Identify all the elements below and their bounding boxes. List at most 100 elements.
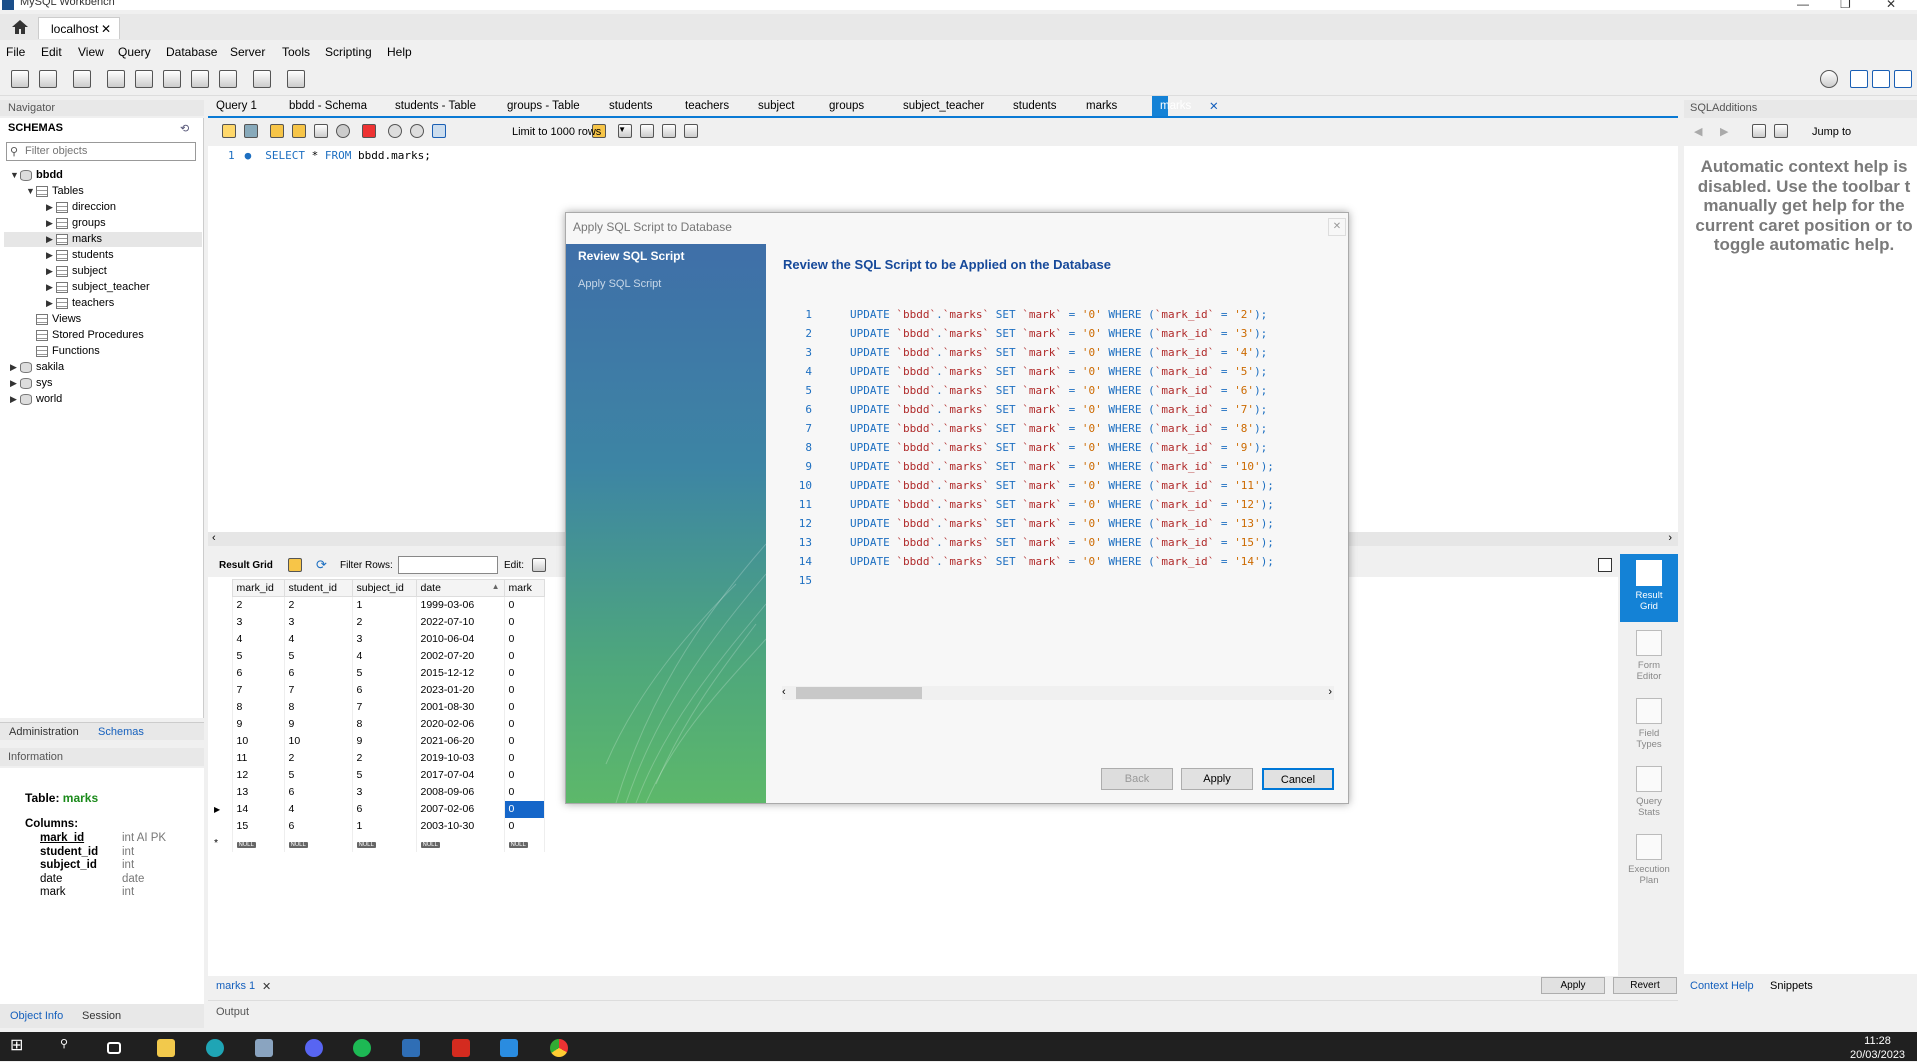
table-cell[interactable]: 2023-01-20 <box>416 681 505 699</box>
table-cell[interactable]: 0 <box>504 698 545 716</box>
tree-stored-procedures[interactable]: Stored Procedures <box>36 329 144 341</box>
table-cell[interactable]: 7 <box>284 681 353 699</box>
back-arrow-icon[interactable]: ◀ <box>1694 125 1702 138</box>
table-cell[interactable]: 3 <box>352 783 417 801</box>
table-row[interactable]: 10 10 9 2021-06-20 0 <box>210 732 545 750</box>
table-cell[interactable]: 0 <box>504 800 545 818</box>
toggle-secondary-sidebar-icon[interactable] <box>1894 70 1912 88</box>
stop-icon[interactable] <box>336 124 350 138</box>
table-cell[interactable]: 2007-02-06 <box>416 800 505 818</box>
open-sql-script-icon[interactable] <box>39 70 57 88</box>
tree-table-students[interactable]: ▶ students <box>46 249 114 261</box>
refresh-schemas-icon[interactable]: ⟲ <box>180 122 189 135</box>
tree-functions[interactable]: Functions <box>36 345 100 357</box>
menu-help[interactable]: Help <box>387 45 412 59</box>
table-cell[interactable]: 13 <box>232 783 285 801</box>
table-cell[interactable]: 2002-07-20 <box>416 647 505 665</box>
tree-table-groups[interactable]: ▶ groups <box>46 217 106 229</box>
table-cell[interactable]: 10 <box>232 732 285 750</box>
grid-apply-button[interactable]: Apply <box>1541 977 1605 994</box>
tree-table-marks[interactable]: ▶ marks <box>46 233 102 245</box>
table-row[interactable]: 5 5 4 2002-07-20 0 <box>210 647 545 665</box>
tab-students-table[interactable]: students - Table <box>395 100 476 112</box>
tree-db-bbdd[interactable]: ▼ bbdd <box>10 169 63 181</box>
table-row[interactable]: 11 2 2 2019-10-03 0 <box>210 749 545 767</box>
rollback-icon[interactable] <box>410 124 424 138</box>
table-row[interactable]: 3 3 2 2022-07-10 0 <box>210 613 545 631</box>
row-selector[interactable] <box>210 715 233 733</box>
table-cell[interactable]: 3 <box>284 613 353 631</box>
form-editor-button[interactable]: Form Editor <box>1620 630 1678 682</box>
execute-icon[interactable] <box>270 124 284 138</box>
invisible-chars-icon[interactable] <box>662 124 676 138</box>
table-cell[interactable]: 2 <box>284 749 353 767</box>
windows-start-icon[interactable]: ⊞ <box>10 1035 28 1054</box>
table-cell[interactable]: 9 <box>352 732 417 750</box>
scroll-left-icon[interactable]: ‹ <box>782 686 786 698</box>
table-cell[interactable]: 2003-10-30 <box>416 817 505 835</box>
tree-db-sys[interactable]: ▶ sys <box>10 377 53 389</box>
toggle-wrap-icon[interactable] <box>1598 558 1612 572</box>
row-selector[interactable] <box>210 613 233 631</box>
tab-groups[interactable]: groups <box>829 100 864 112</box>
table-cell[interactable]: 6 <box>284 783 353 801</box>
tree-views[interactable]: Views <box>36 313 81 325</box>
null-cell[interactable]: NULL <box>352 834 417 852</box>
autocommit-icon[interactable] <box>432 124 446 138</box>
table-cell[interactable]: 0 <box>504 596 545 614</box>
tree-table-teachers[interactable]: ▶ teachers <box>46 297 114 309</box>
new-row[interactable]: * NULL NULL NULL NULL NULL <box>210 834 545 852</box>
table-cell[interactable]: 5 <box>352 664 417 682</box>
column-header[interactable]: student_id <box>283 579 353 597</box>
column-header[interactable]: subject_id <box>351 579 417 597</box>
expand-arrow-icon[interactable]: ▼ <box>10 170 20 180</box>
table-cell[interactable]: 3 <box>352 630 417 648</box>
row-selector[interactable]: ▶ <box>210 800 233 818</box>
row-selector[interactable] <box>210 630 233 648</box>
table-cell[interactable]: 7 <box>352 698 417 716</box>
new-sql-tab-icon[interactable] <box>11 70 29 88</box>
tab-query-1[interactable]: Query 1 <box>216 100 257 112</box>
table-cell[interactable]: 8 <box>284 698 353 716</box>
close-icon[interactable]: ✕ <box>1886 0 1896 10</box>
tab-bbdd-schema[interactable]: bbdd - Schema <box>289 100 367 112</box>
home-icon[interactable] <box>10 18 30 36</box>
settings-icon[interactable] <box>1820 70 1838 88</box>
filter-rows-input[interactable] <box>398 556 498 574</box>
table-cell[interactable]: 5 <box>284 766 353 784</box>
cancel-button[interactable]: Cancel <box>1262 768 1334 790</box>
table-cell[interactable]: 6 <box>232 664 285 682</box>
table-row[interactable]: 9 9 8 2020-02-06 0 <box>210 715 545 733</box>
menu-edit[interactable]: Edit <box>41 45 62 59</box>
filter-objects-input[interactable] <box>25 143 195 159</box>
dialog-close-button[interactable]: ✕ <box>1328 218 1346 236</box>
table-cell[interactable]: 8 <box>232 698 285 716</box>
menu-file[interactable]: File <box>6 45 25 59</box>
refresh-icon[interactable]: ⟳ <box>316 557 327 573</box>
menu-database[interactable]: Database <box>166 45 217 59</box>
table-cell[interactable]: 1999-03-06 <box>416 596 505 614</box>
search-table-data-icon[interactable] <box>253 70 271 88</box>
tab-snippets[interactable]: Snippets <box>1770 980 1813 992</box>
manual-help-icon[interactable] <box>1752 124 1766 138</box>
restore-icon[interactable]: ❐ <box>1840 0 1851 10</box>
query-stats-button[interactable]: Query Stats <box>1620 766 1678 818</box>
minimize-icon[interactable]: — <box>1797 0 1809 10</box>
menu-tools[interactable]: Tools <box>282 45 310 59</box>
table-cell[interactable]: 2017-07-04 <box>416 766 505 784</box>
table-cell[interactable]: 12 <box>232 766 285 784</box>
tab-administration[interactable]: Administration <box>9 726 79 738</box>
tab-students[interactable]: students <box>609 100 652 112</box>
save-icon[interactable] <box>244 124 258 138</box>
table-cell[interactable]: 2001-08-30 <box>416 698 505 716</box>
search-icon[interactable]: ⚲ <box>60 1037 78 1055</box>
column-header[interactable]: mark_id <box>231 579 285 597</box>
table-cell[interactable]: 4 <box>284 800 353 818</box>
table-cell[interactable]: 0 <box>504 766 545 784</box>
row-selector[interactable] <box>210 732 233 750</box>
tab-marks[interactable]: marks <box>1086 100 1117 112</box>
edge-icon[interactable] <box>206 1039 224 1057</box>
null-cell[interactable]: NULL <box>232 834 285 852</box>
row-selector[interactable] <box>210 783 233 801</box>
jump-to-label[interactable]: Jump to <box>1812 126 1851 138</box>
